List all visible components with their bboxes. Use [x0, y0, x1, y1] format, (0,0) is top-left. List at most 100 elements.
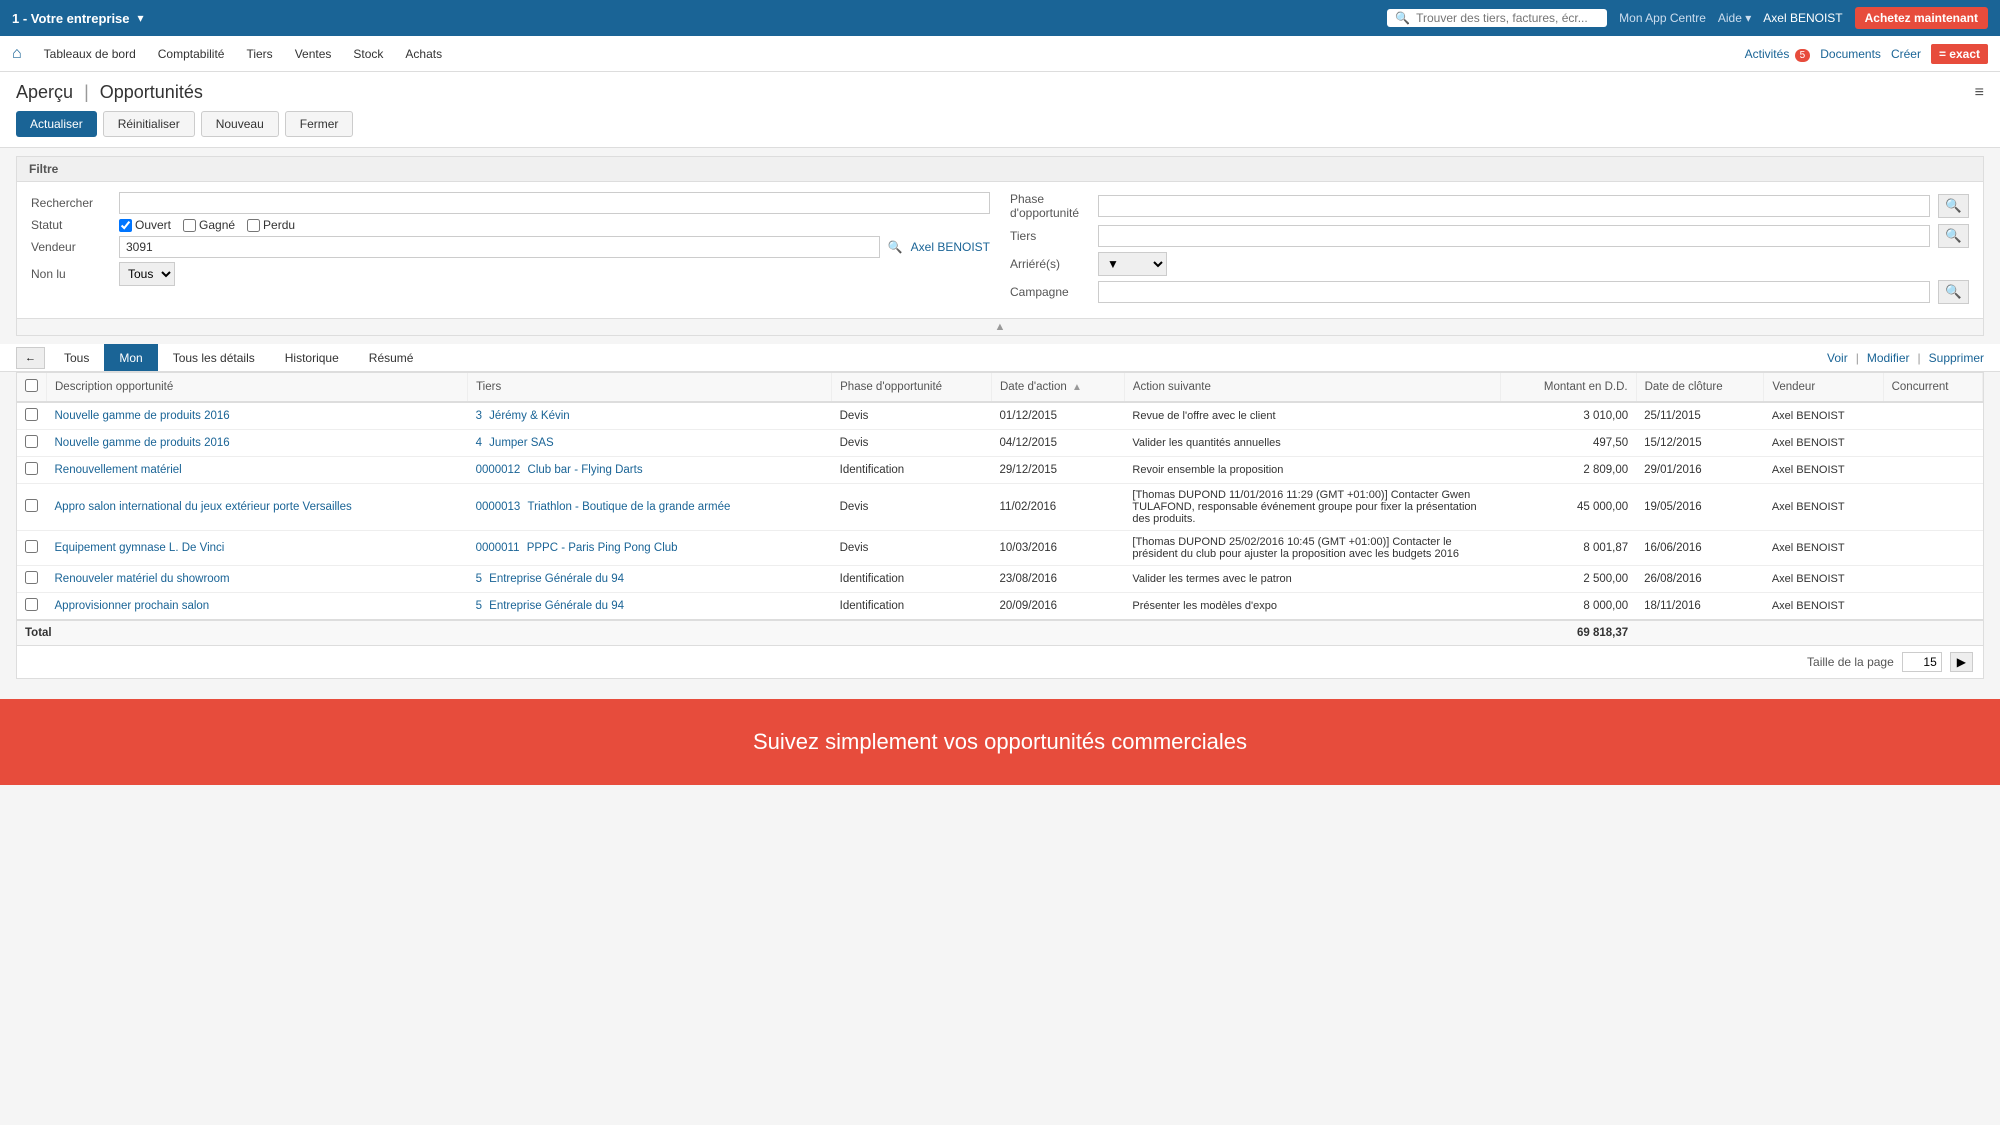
filter-collapse-btn[interactable]: ▲ — [16, 319, 1984, 336]
th-select-all[interactable] — [17, 373, 47, 402]
modifier-link[interactable]: Modifier — [1867, 351, 1910, 365]
row-checkbox-cell[interactable] — [17, 402, 47, 430]
tiers-num-5[interactable]: 5 — [476, 573, 482, 585]
row-checkbox-cell[interactable] — [17, 593, 47, 621]
th-phase[interactable]: Phase d'opportunité — [832, 373, 992, 402]
th-date-cloture[interactable]: Date de clôture — [1636, 373, 1764, 402]
tab-back-button[interactable]: ← — [16, 347, 45, 369]
select-all-checkbox[interactable] — [25, 379, 38, 392]
row-checkbox-cell[interactable] — [17, 531, 47, 566]
row-checkbox-cell[interactable] — [17, 430, 47, 457]
search-box[interactable]: 🔍 — [1387, 9, 1607, 27]
row-checkbox-cell[interactable] — [17, 484, 47, 531]
tiers-num-2[interactable]: 0000012 — [476, 464, 521, 476]
tiers-num-6[interactable]: 5 — [476, 600, 482, 612]
tab-tous[interactable]: Tous — [49, 344, 104, 371]
tiers-num-3[interactable]: 0000013 — [476, 501, 521, 513]
statut-perdu[interactable]: Perdu — [247, 218, 295, 232]
nav-achats[interactable]: Achats — [395, 39, 452, 69]
th-date-action[interactable]: Date d'action ▲ — [992, 373, 1125, 402]
th-montant[interactable]: Montant en D.D. — [1501, 373, 1636, 402]
tiers-name-0[interactable]: Jérémy & Kévin — [489, 410, 570, 422]
filter-campagne-input[interactable] — [1098, 281, 1930, 303]
activities-link[interactable]: Activités 5 — [1745, 47, 1811, 61]
tab-historique[interactable]: Historique — [270, 344, 354, 371]
row-checkbox-4[interactable] — [25, 540, 38, 553]
voir-link[interactable]: Voir — [1827, 351, 1848, 365]
row-description-0[interactable]: Nouvelle gamme de produits 2016 — [47, 402, 468, 430]
row-checkbox-6[interactable] — [25, 598, 38, 611]
documents-link[interactable]: Documents — [1820, 47, 1881, 61]
th-tiers[interactable]: Tiers — [468, 373, 832, 402]
search-input[interactable] — [1416, 11, 1599, 25]
statut-ouvert[interactable]: Ouvert — [119, 218, 171, 232]
filter-tiers-input[interactable] — [1098, 225, 1930, 247]
row-checkbox-5[interactable] — [25, 571, 38, 584]
page-size-input[interactable] — [1902, 652, 1942, 672]
company-dropdown-icon[interactable]: ▾ — [138, 11, 144, 25]
row-description-4[interactable]: Equipement gymnase L. De Vinci — [47, 531, 468, 566]
nav-tiers[interactable]: Tiers — [236, 39, 282, 69]
config-icon[interactable]: ≡ — [1975, 84, 1984, 102]
row-description-1[interactable]: Nouvelle gamme de produits 2016 — [47, 430, 468, 457]
company-name[interactable]: 1 - Votre entreprise — [12, 11, 130, 26]
row-checkbox-cell[interactable] — [17, 457, 47, 484]
tiers-num-4[interactable]: 0000011 — [476, 542, 520, 554]
filter-nlu-select[interactable]: Tous Oui Non — [119, 262, 175, 286]
vendeur-link[interactable]: Axel BENOIST — [911, 240, 990, 254]
tiers-name-1[interactable]: Jumper SAS — [489, 437, 554, 449]
row-phase-3: Devis — [832, 484, 992, 531]
row-description-3[interactable]: Appro salon international du jeux extéri… — [47, 484, 468, 531]
th-action-suivante[interactable]: Action suivante — [1124, 373, 1500, 402]
campagne-search-button[interactable]: 🔍 — [1938, 280, 1969, 304]
aide-link[interactable]: Aide ▾ — [1718, 11, 1751, 25]
row-description-2[interactable]: Renouvellement matériel — [47, 457, 468, 484]
tiers-name-4[interactable]: PPPC - Paris Ping Pong Club — [527, 542, 678, 554]
row-concurrent-5 — [1883, 566, 1982, 593]
row-checkbox-3[interactable] — [25, 499, 38, 512]
tiers-name-6[interactable]: Entreprise Générale du 94 — [489, 600, 624, 612]
row-description-6[interactable]: Approvisionner prochain salon — [47, 593, 468, 621]
tiers-search-button[interactable]: 🔍 — [1938, 224, 1969, 248]
phase-search-button[interactable]: 🔍 — [1938, 194, 1969, 218]
nav-tableaux[interactable]: Tableaux de bord — [34, 39, 146, 69]
row-checkbox-2[interactable] — [25, 462, 38, 475]
row-checkbox-1[interactable] — [25, 435, 38, 448]
filter-phase-input[interactable] — [1098, 195, 1930, 217]
refresh-button[interactable]: Actualiser — [16, 111, 97, 137]
tiers-name-2[interactable]: Club bar - Flying Darts — [528, 464, 643, 476]
home-icon[interactable]: ⌂ — [12, 45, 22, 63]
reset-button[interactable]: Réinitialiser — [103, 111, 195, 137]
tab-resume[interactable]: Résumé — [354, 344, 429, 371]
th-concurrent[interactable]: Concurrent — [1883, 373, 1982, 402]
page-next-button[interactable]: ▶ — [1950, 652, 1973, 672]
tiers-num-0[interactable]: 3 — [476, 410, 482, 422]
tab-tous-details[interactable]: Tous les détails — [158, 344, 270, 371]
tab-mon[interactable]: Mon — [104, 344, 157, 371]
supprimer-link[interactable]: Supprimer — [1929, 351, 1984, 365]
statut-gagne[interactable]: Gagné — [183, 218, 235, 232]
nav-right: Activités 5 Documents Créer = exact — [1745, 44, 1988, 64]
filter-vendeur-input[interactable] — [119, 236, 880, 258]
row-vendeur-3: Axel BENOIST — [1764, 484, 1883, 531]
tiers-num-1[interactable]: 4 — [476, 437, 482, 449]
row-checkbox-cell[interactable] — [17, 566, 47, 593]
filter-arriere-select[interactable]: ▼ Oui Non — [1098, 252, 1167, 276]
nav-comptabilite[interactable]: Comptabilité — [148, 39, 235, 69]
row-description-5[interactable]: Renouveler matériel du showroom — [47, 566, 468, 593]
create-link[interactable]: Créer — [1891, 47, 1921, 61]
row-concurrent-4 — [1883, 531, 1982, 566]
row-checkbox-0[interactable] — [25, 408, 38, 421]
app-centre-link[interactable]: Mon App Centre — [1619, 11, 1706, 25]
th-vendeur[interactable]: Vendeur — [1764, 373, 1883, 402]
buy-button[interactable]: Achetez maintenant — [1855, 7, 1988, 29]
filter-rechercher-input[interactable] — [119, 192, 990, 214]
tiers-name-3[interactable]: Triathlon - Boutique de la grande armée — [528, 501, 731, 513]
nav-stock[interactable]: Stock — [343, 39, 393, 69]
nav-ventes[interactable]: Ventes — [285, 39, 342, 69]
tiers-name-5[interactable]: Entreprise Générale du 94 — [489, 573, 624, 585]
new-button[interactable]: Nouveau — [201, 111, 279, 137]
th-description[interactable]: Description opportunité — [47, 373, 468, 402]
row-tiers-4: 0000011 PPPC - Paris Ping Pong Club — [468, 531, 832, 566]
close-button[interactable]: Fermer — [285, 111, 354, 137]
